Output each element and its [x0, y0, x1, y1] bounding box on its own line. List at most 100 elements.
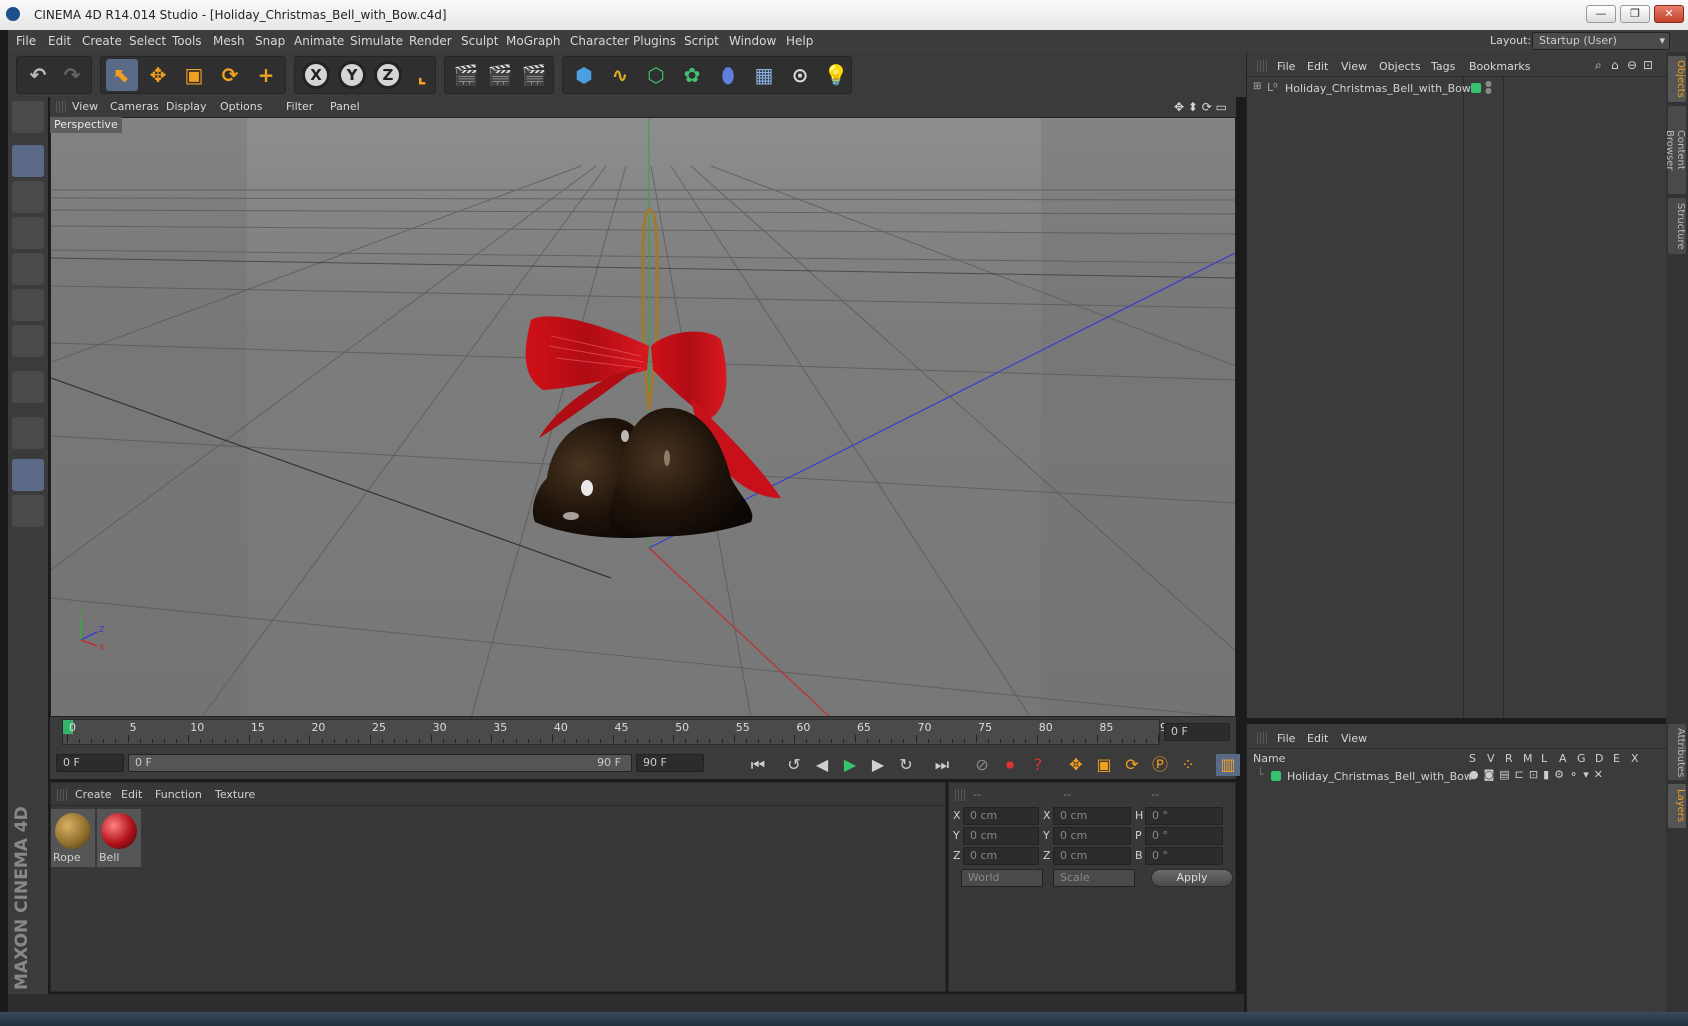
sculpt-brush-icon[interactable] [12, 495, 44, 527]
menu-create[interactable]: Create [82, 34, 122, 48]
menu-simulate[interactable]: Simulate [350, 34, 403, 48]
tab-objects[interactable]: Objects [1668, 56, 1686, 102]
live-select-icon[interactable]: ⬉ [106, 59, 138, 91]
vp-menu-view[interactable]: View [72, 100, 98, 113]
time-range-slider[interactable]: 0 F 90 F [128, 754, 632, 772]
menu-plugins[interactable]: Plugins [633, 34, 676, 48]
size-mode-select[interactable]: Scale [1053, 869, 1135, 887]
record-keys-icon[interactable]: ⊘ [970, 754, 994, 776]
obj-menu-objects[interactable]: Objects [1379, 60, 1421, 73]
points-mode-icon[interactable] [12, 253, 44, 285]
layer-menu-edit[interactable]: Edit [1307, 732, 1328, 745]
play-forward-icon[interactable]: ▶ [838, 754, 862, 776]
menu-animate[interactable]: Animate [294, 34, 344, 48]
redo-icon[interactable]: ↷ [56, 59, 88, 91]
deformer-icon[interactable]: ⬮ [712, 59, 744, 91]
obj-menu-edit[interactable]: Edit [1307, 60, 1328, 73]
rot-p-field[interactable]: 0 ° [1145, 827, 1223, 845]
obj-menu-file[interactable]: File [1277, 60, 1295, 73]
axis-mode-icon[interactable] [12, 371, 44, 403]
render-picture-viewer-icon[interactable]: 🎬 [484, 59, 516, 91]
new-panel-icon[interactable]: ⊡ [1643, 58, 1653, 72]
obj-menu-view[interactable]: View [1341, 60, 1367, 73]
y-axis-lock[interactable]: Y [338, 61, 366, 89]
apply-button[interactable]: Apply [1151, 869, 1233, 887]
mat-menu-create[interactable]: Create [75, 788, 112, 801]
key-pla-icon[interactable]: ⁘ [1176, 754, 1200, 776]
layer-col-expressions[interactable]: E [1613, 752, 1620, 765]
object-row[interactable]: ⊞ L⁰ Holiday_Christmas_Bell_with_Bow ● ● [1253, 80, 1663, 98]
pos-x-field[interactable]: 0 cm [963, 807, 1039, 825]
vp-menu-options[interactable]: Options [220, 100, 262, 113]
camera-icon[interactable]: ⊙ [784, 59, 816, 91]
layer-menu-view[interactable]: View [1341, 732, 1367, 745]
layer-col-view[interactable]: V [1487, 752, 1495, 765]
current-frame-field[interactable]: 0 F [1164, 723, 1230, 741]
edges-mode-icon[interactable] [12, 289, 44, 321]
link-icon[interactable]: ⊖ [1627, 58, 1637, 72]
menu-tools[interactable]: Tools [172, 34, 202, 48]
rotate-icon[interactable]: ⟳ [214, 59, 246, 91]
pos-y-field[interactable]: 0 cm [963, 827, 1039, 845]
menu-edit[interactable]: Edit [48, 34, 71, 48]
snap-icon[interactable] [12, 417, 44, 449]
search-icon[interactable]: ⌕ [1595, 58, 1602, 73]
key-scale-icon[interactable]: ▣ [1092, 754, 1116, 776]
menu-render[interactable]: Render [409, 34, 452, 48]
layer-col-locked[interactable]: L [1541, 752, 1547, 765]
vp-menu-panel[interactable]: Panel [330, 100, 360, 113]
obj-menu-bookmarks[interactable]: Bookmarks [1469, 60, 1530, 73]
render-view-icon[interactable]: 🎬 [450, 59, 482, 91]
layer-menu-file[interactable]: File [1277, 732, 1295, 745]
make-editable-icon[interactable] [12, 101, 44, 133]
max-time-field[interactable]: 90 F [636, 754, 704, 772]
tab-content-browser[interactable]: Content Browser [1664, 106, 1686, 194]
floor-icon[interactable]: ▦ [748, 59, 780, 91]
autokey-icon[interactable]: ⏺ [998, 754, 1022, 776]
workplane-lock-icon[interactable] [12, 459, 44, 491]
prev-frame-icon[interactable]: ◀ [810, 754, 834, 776]
maximize-button[interactable]: ❐ [1620, 5, 1650, 23]
recent-tool-icon[interactable]: + [250, 59, 282, 91]
menu-mograph[interactable]: MoGraph [506, 34, 561, 48]
home-icon[interactable]: ⌂ [1611, 58, 1619, 72]
keyframe-selection-icon[interactable]: ? [1026, 754, 1050, 776]
goto-next-key-icon[interactable]: ↻ [894, 754, 918, 776]
key-position-icon[interactable]: ✥ [1064, 754, 1088, 776]
cube-icon[interactable]: ⬢ [568, 59, 600, 91]
visibility-dots-icon[interactable]: ● ● [1485, 80, 1492, 95]
material-bell[interactable]: Bell [97, 809, 141, 867]
vp-menu-filter[interactable]: Filter [286, 100, 313, 113]
x-axis-lock[interactable]: X [302, 61, 330, 89]
menu-select[interactable]: Select [129, 34, 166, 48]
layer-col-xref[interactable]: X [1631, 752, 1639, 765]
obj-menu-tags[interactable]: Tags [1431, 60, 1455, 73]
spline-icon[interactable]: ∿ [604, 59, 636, 91]
menu-help[interactable]: Help [786, 34, 813, 48]
tab-layers[interactable]: Layers [1668, 784, 1686, 828]
mat-menu-texture[interactable]: Texture [215, 788, 255, 801]
layer-flag-icons[interactable]: ●◙▤⊏⊡▮⚙⚬▾✕ [1469, 768, 1608, 781]
layer-col-generators[interactable]: G [1577, 752, 1586, 765]
timeline-ruler[interactable]: 051015202530354045505560657075808590 0 F [50, 717, 1236, 747]
size-y-field[interactable]: 0 cm [1053, 827, 1131, 845]
render-settings-icon[interactable]: 🎬 [518, 59, 550, 91]
layer-col-solo[interactable]: S [1469, 752, 1476, 765]
tab-structure[interactable]: Structure [1668, 198, 1686, 254]
pos-z-field[interactable]: 0 cm [963, 847, 1039, 865]
menu-snap[interactable]: Snap [255, 34, 285, 48]
object-name[interactable]: Holiday_Christmas_Bell_with_Bow [1285, 82, 1471, 95]
layer-name[interactable]: Holiday_Christmas_Bell_with_Bow [1287, 770, 1473, 783]
layout-select[interactable]: Startup (User) ▾ [1532, 32, 1670, 50]
scale-icon[interactable]: ▣ [178, 59, 210, 91]
mat-menu-function[interactable]: Function [155, 788, 202, 801]
move-icon[interactable]: ✥ [142, 59, 174, 91]
layer-col-animation[interactable]: A [1559, 752, 1567, 765]
vp-menu-display[interactable]: Display [166, 100, 207, 113]
texture-mode-icon[interactable] [12, 181, 44, 213]
coordinate-space-select[interactable]: World [961, 869, 1043, 887]
mat-menu-edit[interactable]: Edit [121, 788, 142, 801]
layer-col-deformers[interactable]: D [1595, 752, 1603, 765]
minimize-button[interactable]: — [1586, 5, 1616, 23]
menu-sculpt[interactable]: Sculpt [461, 34, 498, 48]
